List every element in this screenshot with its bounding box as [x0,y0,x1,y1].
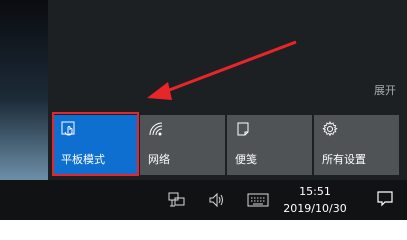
taskbar: 15:51 2019/10/30 [0,180,407,220]
volume-icon[interactable] [208,192,226,208]
tile-network[interactable]: 网络 [140,115,225,175]
tile-note[interactable]: 便笺 [227,115,312,175]
screen: 展开 平板模式 网络 便笺 所有设置 15:51 2019/10/30 [0,0,407,220]
network-wired-icon[interactable] [168,192,186,208]
keyboard-icon[interactable] [247,192,269,208]
clock-time: 15:51 [299,185,331,198]
notification-icon [377,191,393,207]
desktop-wallpaper [0,0,48,180]
tile-all-settings[interactable]: 所有设置 [314,115,399,175]
tile-label: 所有设置 [322,153,366,166]
tile-label: 便笺 [235,153,257,166]
note-icon [235,121,251,137]
tablet-mode-icon [61,121,77,137]
tile-tablet-mode[interactable]: 平板模式 [53,115,138,175]
gear-icon [322,120,338,137]
network-icon [148,121,164,137]
clock-date: 2019/10/30 [283,202,347,215]
action-center-button[interactable] [362,180,407,220]
tile-label: 平板模式 [61,153,105,166]
expand-link[interactable]: 展开 [374,82,396,98]
taskbar-clock[interactable]: 15:51 2019/10/30 [278,182,352,218]
tile-label: 网络 [148,153,170,166]
